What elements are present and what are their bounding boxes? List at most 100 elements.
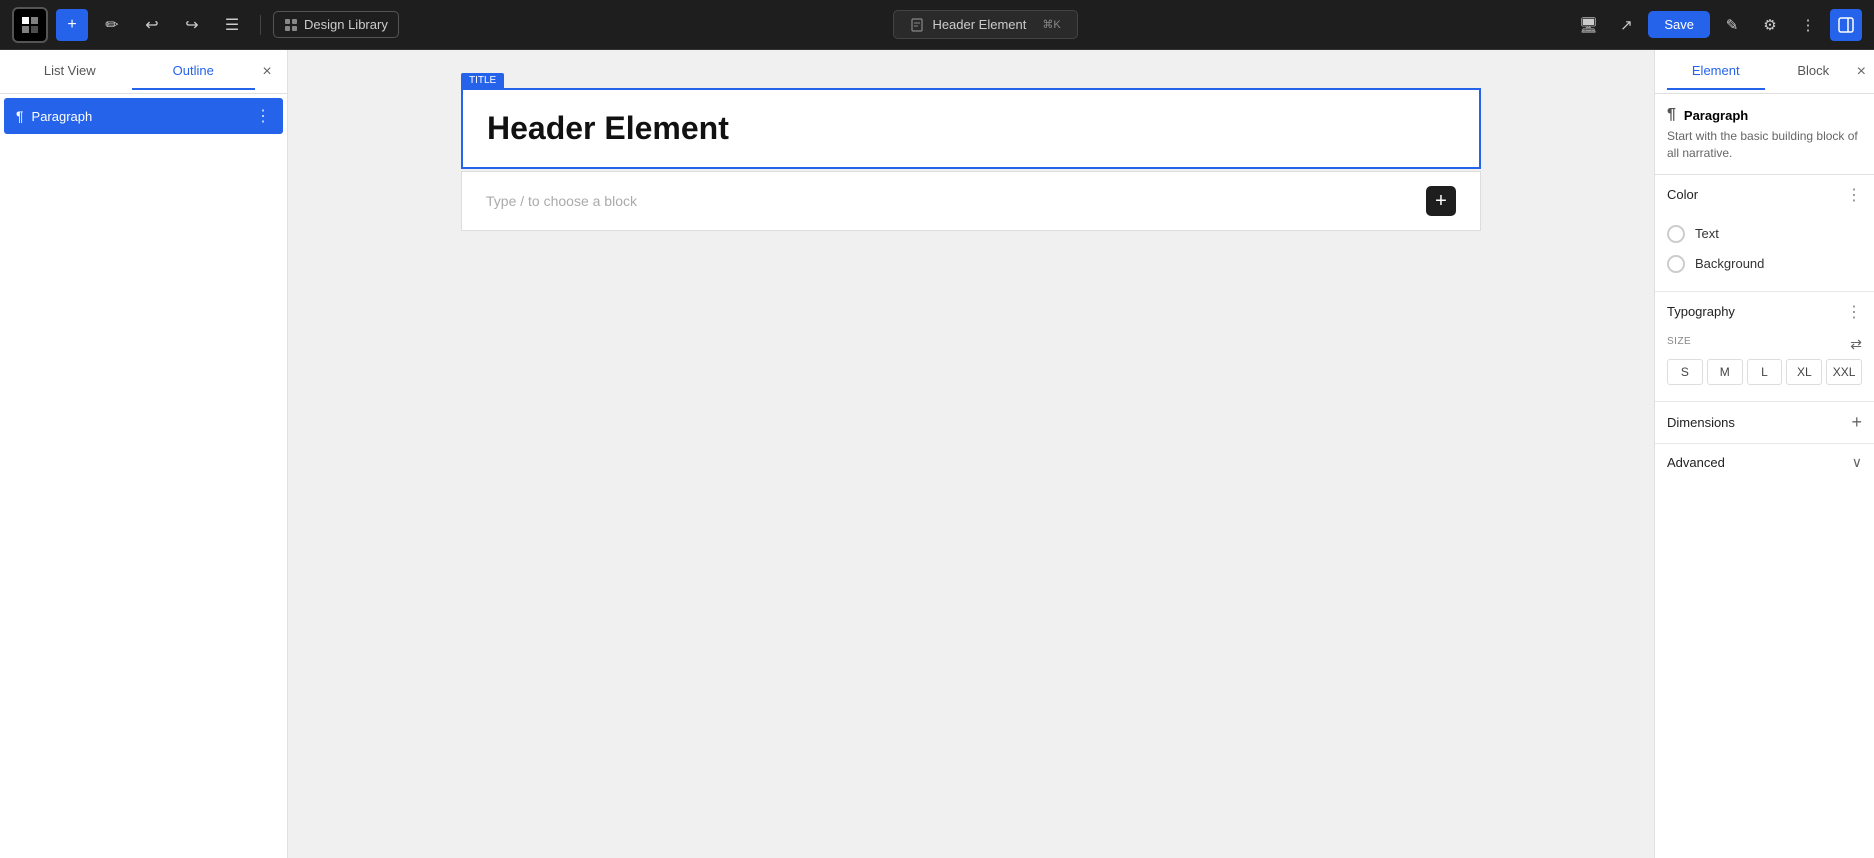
header-text: Header Element — [487, 110, 1455, 147]
resize-icon: ⇄ — [1850, 336, 1862, 352]
doc-icon — [910, 18, 924, 32]
more-options-icon: ⋮ — [1801, 16, 1816, 34]
item-more-icon: ⋮ — [255, 108, 271, 125]
toolbar-right: 🖥 ↗ Save ✎ ⚙ ⋮ — [1572, 9, 1862, 41]
sidebar-toggle-button[interactable] — [1830, 9, 1862, 41]
typography-more-icon: ⋮ — [1846, 302, 1862, 322]
size-btn-xxl[interactable]: XXL — [1826, 359, 1862, 385]
block-placeholder: Type / to choose a block — [486, 193, 637, 209]
size-btn-l[interactable]: L — [1747, 359, 1783, 385]
design-library-button[interactable]: Design Library — [273, 11, 399, 38]
toolbar: + ✏ ↩ ↪ ☰ Design Library Header Element — [0, 0, 1874, 50]
desktop-preview-button[interactable]: 🖥 — [1572, 9, 1604, 41]
tab-list-view[interactable]: List View — [8, 53, 132, 90]
typography-more-button[interactable]: ⋮ — [1846, 302, 1862, 322]
add-block-button[interactable]: + — [1426, 186, 1456, 216]
paragraph-icon: ¶ — [16, 108, 24, 124]
color-options: Text Background — [1655, 215, 1874, 291]
edit-mode-icon: ✎ — [1726, 16, 1739, 34]
left-panel-tabs: List View Outline × — [0, 50, 287, 94]
redo-button[interactable]: ↪ — [176, 9, 208, 41]
design-library-icon — [284, 18, 298, 32]
add-button[interactable]: + — [56, 9, 88, 41]
color-more-icon: ⋮ — [1846, 185, 1862, 205]
text-color-label: Text — [1695, 226, 1719, 241]
right-panel-close-button[interactable]: × — [1857, 63, 1866, 81]
text-color-radio[interactable] — [1667, 225, 1685, 243]
header-element-label: Header Element — [932, 17, 1026, 32]
external-link-icon: ↗ — [1620, 16, 1633, 34]
advanced-chevron-button[interactable]: ∨ — [1852, 454, 1862, 471]
external-link-button[interactable]: ↗ — [1610, 9, 1642, 41]
undo-button[interactable]: ↩ — [136, 9, 168, 41]
item-more-button[interactable]: ⋮ — [255, 106, 271, 126]
size-btn-xl[interactable]: XL — [1786, 359, 1822, 385]
tab-outline[interactable]: Outline — [132, 53, 256, 90]
size-btn-m[interactable]: M — [1707, 359, 1743, 385]
menu-button[interactable]: ☰ — [216, 9, 248, 41]
settings-button[interactable]: ⚙ — [1754, 9, 1786, 41]
canvas-title-tag: TITLE — [461, 73, 504, 88]
dimensions-add-button[interactable]: + — [1851, 412, 1862, 433]
left-panel: List View Outline × ¶ Paragraph ⋮ — [0, 50, 288, 858]
main-layout: List View Outline × ¶ Paragraph ⋮ TITLE … — [0, 50, 1874, 858]
dimensions-add-icon: + — [1851, 412, 1862, 432]
more-options-button[interactable]: ⋮ — [1792, 9, 1824, 41]
typography-section: Typography ⋮ SIZE ⇄ SMLXLXXL — [1655, 292, 1874, 402]
right-panel: Element Block × ¶ Paragraph Start with t… — [1654, 50, 1874, 858]
dimensions-section[interactable]: Dimensions + — [1655, 402, 1874, 444]
typography-controls: SIZE ⇄ SMLXLXXL — [1655, 332, 1874, 401]
advanced-section[interactable]: Advanced ∨ — [1655, 444, 1874, 481]
header-element-button[interactable]: Header Element ⌘K — [893, 10, 1077, 39]
keyboard-shortcut: ⌘K — [1042, 18, 1060, 31]
settings-icon: ⚙ — [1763, 16, 1776, 34]
list-item[interactable]: ¶ Paragraph ⋮ — [4, 98, 283, 134]
redo-icon: ↪ — [185, 15, 198, 35]
dimensions-title: Dimensions — [1667, 415, 1735, 430]
advanced-title: Advanced — [1667, 455, 1725, 470]
block-name: Paragraph — [1684, 108, 1748, 123]
sidebar-icon — [1837, 16, 1855, 34]
design-library-label: Design Library — [304, 17, 388, 32]
edit-icon: ✏ — [105, 15, 118, 35]
save-button[interactable]: Save — [1648, 11, 1710, 38]
size-buttons-row: SMLXLXXL — [1667, 359, 1862, 385]
canvas-area[interactable]: TITLE Header Element Type / to choose a … — [288, 50, 1654, 858]
advanced-chevron-icon: ∨ — [1852, 454, 1862, 470]
logo — [12, 7, 48, 43]
empty-block[interactable]: Type / to choose a block + — [461, 171, 1481, 231]
toolbar-center: Header Element ⌘K — [407, 10, 1565, 39]
canvas-content: TITLE Header Element Type / to choose a … — [461, 70, 1481, 838]
undo-icon: ↩ — [145, 15, 158, 35]
save-label: Save — [1664, 17, 1694, 32]
size-label: SIZE — [1667, 336, 1691, 347]
color-section: Color ⋮ Text Background — [1655, 175, 1874, 292]
add-icon: + — [67, 16, 76, 34]
text-color-option[interactable]: Text — [1667, 219, 1862, 249]
toolbar-divider — [260, 15, 261, 35]
menu-icon: ☰ — [225, 15, 239, 35]
desktop-icon: 🖥 — [1579, 16, 1598, 34]
add-block-icon: + — [1435, 190, 1447, 213]
right-panel-header: Element Block × — [1655, 50, 1874, 94]
typography-section-title: Typography — [1667, 304, 1735, 319]
color-section-title: Color — [1667, 187, 1698, 202]
edit-button[interactable]: ✏ — [96, 9, 128, 41]
left-panel-close-button[interactable]: × — [255, 60, 279, 84]
tab-element[interactable]: Element — [1667, 53, 1765, 90]
edit-mode-button[interactable]: ✎ — [1716, 9, 1748, 41]
block-info: ¶ Paragraph Start with the basic buildin… — [1655, 94, 1874, 175]
background-color-label: Background — [1695, 256, 1764, 271]
header-block[interactable]: Header Element — [461, 88, 1481, 169]
background-color-radio[interactable] — [1667, 255, 1685, 273]
block-paragraph-icon: ¶ — [1667, 106, 1676, 124]
resize-button[interactable]: ⇄ — [1850, 336, 1862, 353]
size-btn-s[interactable]: S — [1667, 359, 1703, 385]
tab-block[interactable]: Block — [1765, 53, 1863, 90]
paragraph-label: Paragraph — [32, 109, 247, 124]
color-section-more-button[interactable]: ⋮ — [1846, 185, 1862, 205]
typography-section-header[interactable]: Typography ⋮ — [1655, 292, 1874, 332]
block-description: Start with the basic building block of a… — [1667, 128, 1862, 162]
background-color-option[interactable]: Background — [1667, 249, 1862, 279]
color-section-header[interactable]: Color ⋮ — [1655, 175, 1874, 215]
